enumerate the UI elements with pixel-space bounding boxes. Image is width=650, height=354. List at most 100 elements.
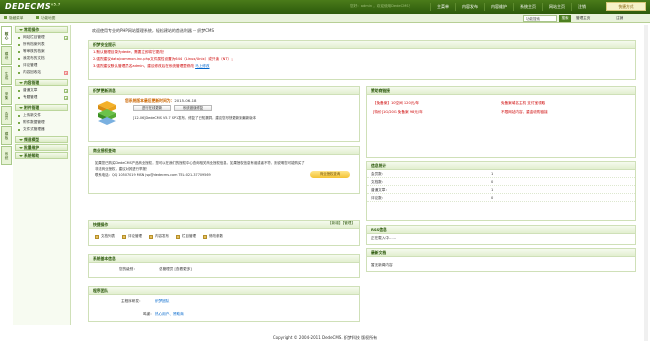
quick-menu-button[interactable]: 快捷方式 [606,2,646,11]
alert-line: 1.默认管理目录为dede，需要立即将它更改！ [93,50,167,54]
trash-icon[interactable]: × [64,70,68,75]
latest-panel: 最新文档 暂无新闻内容 [366,248,636,272]
sidebar-item-recycle[interactable]: 内容回收站 × [13,69,70,76]
add-icon[interactable]: + [64,95,68,100]
quick-actions[interactable]: 【新增】【管理】 [328,221,355,226]
sidebar-section-help[interactable]: 系统帮助 [15,152,68,159]
sidebar-item-all-docs[interactable]: 所有档案列表 [13,41,70,48]
scrollbar[interactable] [644,25,648,341]
vtab-system[interactable]: 系统 [1,146,12,165]
update-panel: 织梦更新消息 您系统版本最后更新时间为：2015-06-18 进行在线更新 系统… [88,86,360,142]
team-row-label: 主程序研发： [121,299,143,303]
edit-icon [149,234,153,239]
menu-icon [4,16,7,19]
thanks-value[interactable]: 热心用户、赞助商 [155,312,184,317]
vtab-templates[interactable]: 模板 [1,126,12,145]
vtab-generate[interactable]: 生成 [1,66,12,85]
commercial-panel: 商业授权查询 如果您已购买DedeCMS产品商业授权，您可以在我们的授权中心查询… [88,146,360,194]
admin-home-link[interactable]: 管理主页 [576,16,590,21]
license-query-button[interactable]: 商业授权查询 [310,171,350,178]
add-icon[interactable]: + [64,88,68,93]
vtab-members[interactable]: 会员 [1,106,12,125]
vtab-core[interactable]: 核心 [1,26,12,45]
online-update-button[interactable]: 进行在线更新 [133,105,171,111]
add-icon[interactable]: + [64,35,68,40]
nav-main-menu[interactable]: 主菜单 [430,3,455,11]
sidebar-item-attach-data[interactable]: 附件数据管理 [13,119,70,126]
panel-title: 织梦更新消息 [89,87,359,95]
function-map-link[interactable]: 功能地图 [36,16,55,21]
sidebar-section-common[interactable]: 常用操作 [15,26,68,33]
team-panel: 程序团队 主程序研发： 织梦团队 鸣谢： 热心用户、赞助商 [88,286,360,322]
quick-panel: 快捷操作 【新增】【管理】 文档列表 评论管理 内容发布 栏目管理 修改参数 [88,220,360,246]
panel-title: 最新文档 [367,249,635,257]
security-panel: 织梦安全提示 1.默认管理目录为dede，需要立即将它更改！ 2.强烈建议dat… [88,40,636,80]
sponsor-link[interactable]: 【免备案】10空间 120元/年 [373,101,419,106]
vtab-modules[interactable]: 模块 [1,46,12,65]
welcome-text: 欢迎使用专业的PHP网站管理系统，轻松建站的首选利器 -- 织梦CMS [92,28,215,33]
quick-link-comments[interactable]: 评论管理 [122,234,142,239]
rss-text: 正在载入中…… [371,236,397,240]
update-text: [12-06]DedeCMS V5.7 SP1发布，修复了已知漏洞，建议您尽快更… [133,116,257,120]
sidebar-item-file-manager[interactable]: 文件式管理器 [13,126,70,133]
nav-system-home[interactable]: 系统主页 [513,3,542,11]
quick-link-docs[interactable]: 文档列表 [95,234,115,239]
sponsor-link[interactable]: [特价]1G/20G 免备案 98元/年 [373,110,423,115]
nav-logout[interactable]: 注销 [571,3,592,11]
quick-link-publish[interactable]: 内容发布 [149,234,169,239]
panel-title: 赞助商链接 [367,87,635,95]
team-row-value[interactable]: 织梦团队 [155,299,169,304]
panel-title: 系统基本信息 [89,255,359,263]
alert-line: 2.强烈建议data/common.inc.php文件属性设置为644（Linu… [93,57,235,61]
logo: DEDECMSv5.7 [5,2,61,11]
sidebar-item-topics[interactable]: 专题管理 + [13,94,70,101]
thanks-label: 鸣谢： [143,312,154,316]
modify-link[interactable]: 马上修改 [195,64,209,68]
quick-links: 文档列表 评论管理 内容发布 栏目管理 修改参数 [95,234,223,239]
vtab-collect[interactable]: 采集 [1,86,12,105]
folder-icon [95,234,99,239]
sysinfo-panel: 系统基本信息 您的级别： 总管理员 [查看更多] [88,254,360,278]
nav-maintain[interactable]: 内容维护 [484,3,513,11]
sidebar-item-comments[interactable]: 评论管理 [13,62,70,69]
sidebar-section-attach[interactable]: 附件管理 [15,104,68,111]
user-info: 您好：admin ，欢迎使用DedeCMS！ [350,4,413,8]
sponsor-link[interactable]: 不限网站内容，重金收购链接 [501,110,548,115]
update-headline: 您系统版本最后更新时间为：2015-06-18 [125,98,197,103]
hide-menu-link[interactable]: 隐藏菜单 [4,16,23,21]
gear-icon [203,234,207,239]
stat-row: 文档数： 0 [367,178,635,186]
sidebar-item-article[interactable]: 普通文章 + [13,87,70,94]
sidebar-section-content[interactable]: 内容管理 [15,79,68,86]
sidebar: 常用操作 网站栏目管理 + 所有档案列表 等审核的档案 我发布的文档 评论管理 内… [13,25,71,325]
sidebar-item-pending[interactable]: 等审核的档案 [13,48,70,55]
latest-text: 暂无新闻内容 [371,263,393,267]
sidebar-section-channel[interactable]: 频道模型 [15,136,68,143]
quick-link-columns[interactable]: 栏目管理 [176,234,196,239]
logout-link[interactable]: 注销 [616,16,623,21]
panel-title: 织梦安全提示 [89,41,635,49]
list-icon [176,234,180,239]
dede-cubes-icon [98,101,116,125]
system-fix-button[interactable]: 系统错误修复 [174,105,212,111]
sidebar-item-my-docs[interactable]: 我发布的文档 [13,55,70,62]
nav-publish[interactable]: 内容发布 [455,3,484,11]
stat-row: 普通文章： 1 [367,186,635,194]
sidebar-section-batch[interactable]: 批量维护 [15,144,68,151]
search-input[interactable]: 功能搜索 [523,15,557,22]
level-label: 您的级别： [119,267,137,271]
sidebar-item-columns[interactable]: 网站栏目管理 + [13,34,70,41]
sponsor-panel: 赞助商链接 【免备案】10空间 120元/年 [特价]1G/20G 免备案 98… [366,86,636,158]
search-button[interactable]: 搜索 [559,15,571,22]
stat-row: 会员数： 1 [367,170,635,178]
sidebar-item-upload[interactable]: 上传新文件 [13,112,70,119]
top-nav: 主菜单 内容发布 内容维护 系统主页 网站主页 注销 [430,3,592,11]
nav-site-home[interactable]: 网站主页 [542,3,571,11]
stat-row: 评论数： 0 [367,194,635,202]
top-bar: DEDECMSv5.7 您好：admin ，欢迎使用DedeCMS！ 主菜单 内… [0,0,650,14]
level-value: 总管理员 [查看更多] [159,267,192,271]
quick-link-settings[interactable]: 修改参数 [203,234,223,239]
panel-title: 快捷操作 [89,221,359,229]
sponsor-link[interactable]: 免备案域名主机 支付宝领取 [501,101,545,106]
comment-icon [122,234,126,239]
